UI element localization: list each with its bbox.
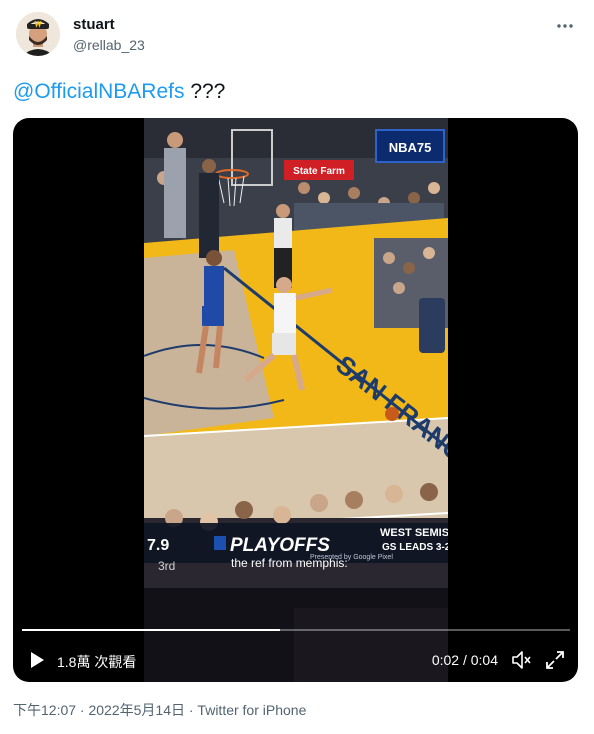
fullscreen-button[interactable] [544, 649, 566, 671]
fullscreen-icon [546, 651, 564, 669]
time-display: 0:02 / 0:04 [431, 652, 498, 668]
video-frame-image: NBA75 State Farm SAN FRANCISCO [144, 118, 448, 682]
sponsor-text: State Farm [293, 166, 345, 177]
jumbotron-text: NBA75 [389, 140, 432, 155]
progress-bar[interactable] [22, 629, 570, 631]
more-icon [557, 24, 573, 28]
volume-button[interactable] [510, 649, 532, 671]
tweet-text: @OfficialNBARefs ??? [13, 79, 225, 105]
play-button[interactable] [27, 650, 47, 670]
avatar[interactable] [16, 12, 60, 56]
user-handle[interactable]: @rellab_23 [73, 37, 145, 53]
play-icon [31, 652, 44, 668]
video-player[interactable]: NBA75 State Farm SAN FRANCISCO [13, 118, 578, 682]
tweet-header: stuart @rellab_23 [0, 0, 594, 70]
series-top: WEST SEMIS [380, 527, 448, 539]
avatar-image [16, 12, 60, 56]
banner-title: PLAYOFFS [230, 535, 330, 556]
progress-fill [22, 629, 280, 631]
score-left: 7.9 [147, 537, 169, 554]
video-frame[interactable]: NBA75 State Farm SAN FRANCISCO [144, 118, 448, 682]
display-name[interactable]: stuart [73, 16, 115, 33]
mention-link[interactable]: @OfficialNBARefs [13, 80, 184, 103]
tweet-body: ??? [184, 80, 226, 103]
video-controls: 1.8萬 次觀看 0:02 / 0:04 [13, 642, 578, 678]
video-subtitle: the ref from memphis: [231, 556, 348, 570]
more-options-button[interactable] [548, 12, 582, 40]
series-bottom: GS LEADS 3-2 [382, 542, 448, 553]
view-count: 1.8萬 次觀看 [57, 654, 137, 670]
volume-icon [512, 651, 531, 669]
timestamp-link[interactable]: 下午12:07 · 2022年5月14日 [13, 702, 185, 718]
source-link[interactable]: · Twitter for iPhone [185, 702, 307, 718]
tweet-meta: 下午12:07 · 2022年5月14日 · Twitter for iPhon… [13, 700, 306, 720]
